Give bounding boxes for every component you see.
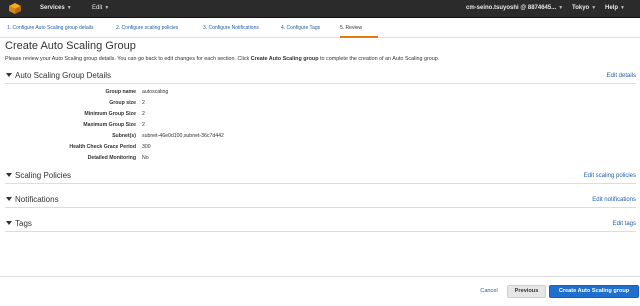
create-auto-scaling-group-button[interactable]: Create Auto Scaling group — [549, 285, 639, 298]
edit-details-link[interactable]: Edit details — [607, 70, 636, 82]
wizard-footer: Cancel Previous Create Auto Scaling grou… — [0, 276, 640, 306]
wizard-step-tags[interactable]: 4. Configure Tags — [281, 22, 320, 36]
expand-triangle-icon[interactable] — [6, 221, 12, 225]
chevron-down-icon: ▼ — [66, 5, 72, 11]
wizard-step-notifications[interactable]: 3. Configure Notifications — [203, 22, 259, 36]
edit-notifications-link[interactable]: Edit notifications — [592, 194, 636, 206]
section-scaling-policies-header[interactable]: Scaling Policies Edit scaling policies — [0, 170, 640, 183]
help-menu-label: Help — [605, 5, 619, 11]
detail-row-detailed-monitoring: Detailed Monitoring No — [0, 153, 640, 164]
cancel-button[interactable]: Cancel — [475, 285, 503, 298]
detail-row-group-name: Group name autoscaling — [0, 87, 640, 98]
detail-label: Group name — [105, 89, 136, 95]
section-notifications-title: Notifications — [15, 195, 59, 204]
detail-label: Detailed Monitoring — [87, 155, 136, 161]
section-group-details-header[interactable]: Auto Scaling Group Details Edit details — [0, 70, 640, 83]
section-divider — [5, 207, 636, 208]
section-tags-title: Tags — [15, 219, 32, 228]
detail-value: No — [142, 155, 149, 161]
edit-menu[interactable]: Edit ▼ — [92, 0, 109, 17]
wizard-step-review[interactable]: 5. Review — [340, 22, 378, 38]
account-menu[interactable]: cm-seino.tsuyoshi @ 8874645... ▼ — [466, 0, 563, 17]
edit-menu-label: Edit — [92, 5, 103, 11]
detail-label: Health Check Grace Period — [69, 144, 136, 150]
detail-label: Maximum Group Size — [83, 122, 136, 128]
section-notifications-header[interactable]: Notifications Edit notifications — [0, 194, 640, 207]
detail-value: 300 — [142, 144, 151, 150]
expand-triangle-icon[interactable] — [6, 197, 12, 201]
section-divider — [5, 231, 636, 232]
services-menu[interactable]: Services ▼ — [40, 0, 72, 17]
intro-text-end: to complete the creation of an Auto Scal… — [318, 56, 440, 62]
chevron-down-icon: ▼ — [558, 5, 564, 11]
detail-row-group-size: Group size 2 — [0, 98, 640, 109]
wizard-step-scaling-policies[interactable]: 2. Configure scaling policies — [116, 22, 178, 36]
detail-label: Minimum Group Size — [84, 111, 136, 117]
region-menu[interactable]: Tokyo ▼ — [572, 0, 596, 17]
detail-value: 2 — [142, 122, 145, 128]
edit-scaling-policies-link[interactable]: Edit scaling policies — [584, 170, 636, 182]
chevron-down-icon: ▼ — [104, 5, 110, 11]
expand-triangle-icon[interactable] — [6, 173, 12, 177]
previous-button[interactable]: Previous — [507, 285, 546, 298]
section-divider — [5, 183, 636, 184]
section-divider — [5, 83, 636, 84]
section-group-details-title: Auto Scaling Group Details — [15, 71, 112, 80]
detail-row-min-size: Minimum Group Size 2 — [0, 109, 640, 120]
detail-value: autoscaling — [142, 89, 169, 95]
account-menu-label: cm-seino.tsuyoshi @ 8874645... — [466, 5, 557, 11]
detail-value: subnet-46e0d100,subnet-36c7d442 — [142, 133, 224, 139]
detail-row-max-size: Maximum Group Size 2 — [0, 120, 640, 131]
detail-label: Subnet(s) — [112, 133, 136, 139]
intro-text-start: Please review your Auto Scaling group de… — [5, 56, 251, 62]
aws-cube-icon[interactable] — [9, 3, 21, 14]
detail-row-subnets: Subnet(s) subnet-46e0d100,subnet-36c7d44… — [0, 131, 640, 142]
region-menu-label: Tokyo — [572, 5, 590, 11]
detail-value: 2 — [142, 100, 145, 106]
section-tags-header[interactable]: Tags Edit tags — [0, 218, 640, 231]
wizard-step-group-details[interactable]: 1. Configure Auto Scaling group details — [7, 22, 93, 36]
intro-text-bold: Create Auto Scaling group — [250, 56, 319, 62]
expand-triangle-icon[interactable] — [6, 73, 12, 77]
detail-label: Group size — [109, 100, 136, 106]
page-title: Create Auto Scaling Group — [5, 40, 136, 52]
page-intro: Please review your Auto Scaling group de… — [5, 56, 439, 62]
section-scaling-policies-title: Scaling Policies — [15, 171, 72, 180]
edit-tags-link[interactable]: Edit tags — [613, 218, 636, 230]
services-menu-label: Services — [40, 5, 65, 11]
wizard-steps: 1. Configure Auto Scaling group details … — [0, 19, 640, 38]
help-menu[interactable]: Help ▼ — [605, 0, 625, 17]
top-navigation-bar: Services ▼ Edit ▼ cm-seino.tsuyoshi @ 8874… — [0, 0, 640, 18]
detail-value: 2 — [142, 111, 145, 117]
chevron-down-icon: ▼ — [620, 5, 625, 11]
detail-row-health-check-grace: Health Check Grace Period 300 — [0, 142, 640, 153]
chevron-down-icon: ▼ — [591, 5, 597, 11]
